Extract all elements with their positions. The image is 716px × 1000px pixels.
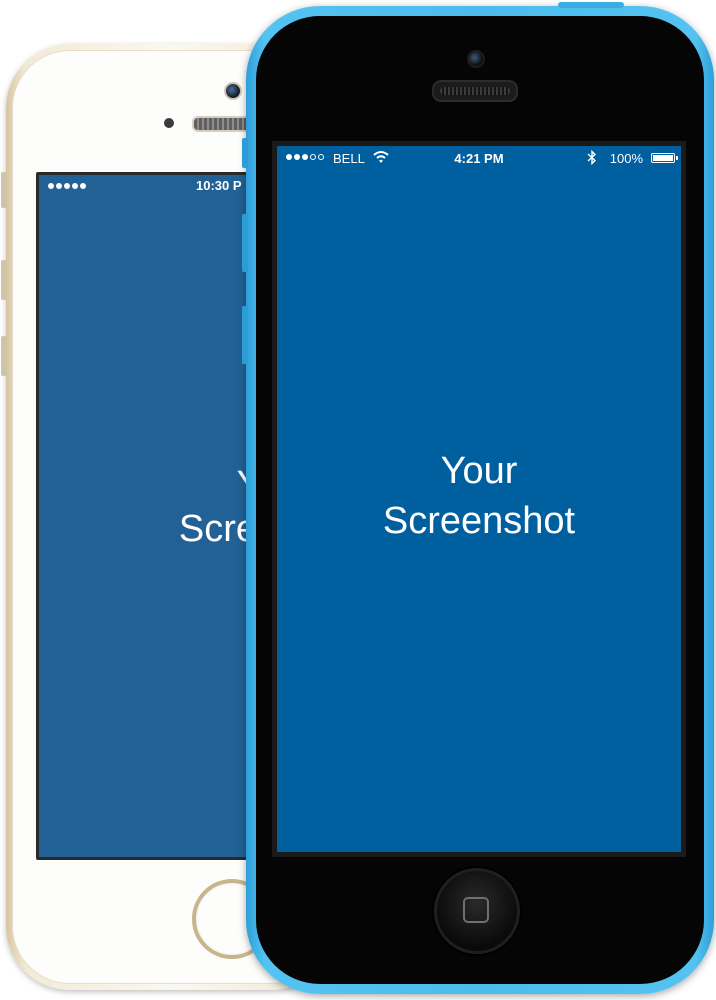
battery-icon [651, 153, 678, 163]
back-phone-mute-switch [1, 172, 7, 208]
signal-dot [72, 183, 78, 189]
battery-percentage: 100% [609, 151, 643, 166]
back-phone-volume-up-button [1, 260, 7, 300]
back-phone-volume-down-button [1, 336, 7, 376]
signal-dot [48, 183, 54, 189]
front-phone-power-button[interactable] [558, 2, 624, 8]
back-phone-front-camera-icon [224, 82, 242, 100]
front-phone-screen: BELL 4:21 PM 100% Your Screenshot [272, 141, 686, 857]
placeholder-line1: Your [440, 450, 518, 492]
front-phone-home-button[interactable] [434, 868, 520, 954]
front-phone-mute-switch[interactable] [242, 138, 248, 168]
back-phone-status-time: 10:30 P [196, 178, 242, 193]
signal-dot [80, 183, 86, 189]
front-phone-volume-up-button[interactable] [242, 214, 248, 272]
home-square-icon [463, 897, 489, 923]
battery-fill [653, 155, 673, 161]
signal-dot [56, 183, 62, 189]
bluetooth-icon [587, 150, 597, 165]
back-phone-signal-icon [48, 183, 86, 189]
front-phone-camera-icon [467, 50, 485, 68]
front-phone-volume-down-button[interactable] [242, 306, 248, 364]
back-phone-sensor-icon [164, 118, 174, 128]
device-mockup-stage: 10:30 P Your Screenshot [0, 0, 716, 1000]
signal-dot [64, 183, 70, 189]
status-bar: BELL 4:21 PM 100% [277, 146, 681, 170]
screenshot-placeholder-text: Your Screenshot [277, 446, 681, 546]
front-phone-mockup: BELL 4:21 PM 100% Your Screenshot [242, 2, 714, 994]
placeholder-line2: Screenshot [382, 500, 576, 542]
front-phone-speaker-grille [432, 80, 518, 102]
